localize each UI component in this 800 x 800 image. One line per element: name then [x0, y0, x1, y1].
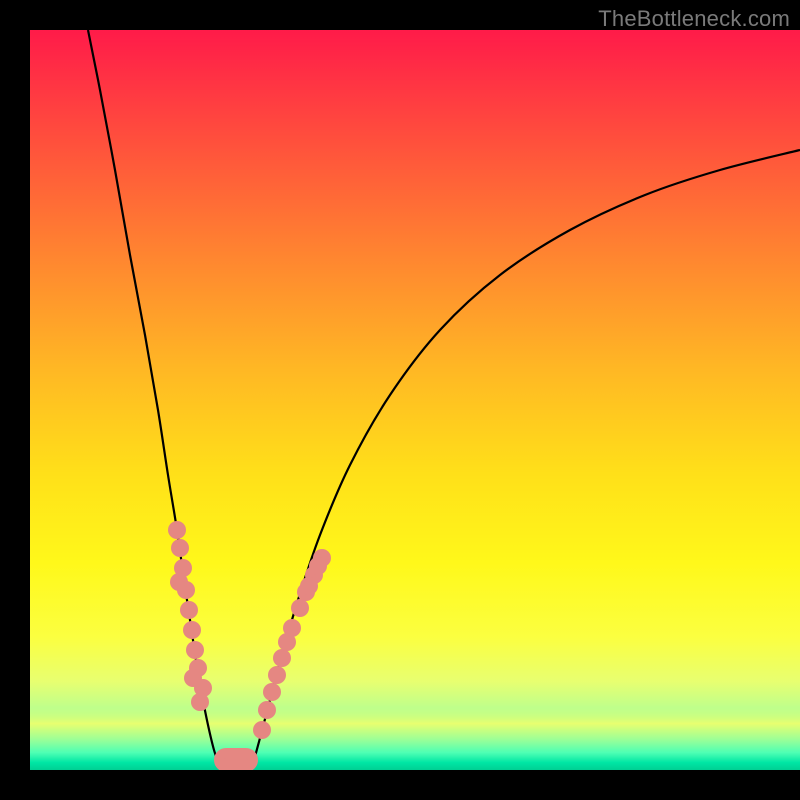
plot-area — [30, 30, 800, 770]
highlight-dots-right — [253, 549, 331, 739]
highlight-dot — [283, 619, 301, 637]
highlight-dot — [291, 599, 309, 617]
highlight-dot — [168, 521, 186, 539]
highlight-dot — [186, 641, 204, 659]
bottom-blob — [219, 753, 253, 767]
highlight-dot — [171, 539, 189, 557]
highlight-dots-left — [168, 521, 212, 711]
highlight-dot — [180, 601, 198, 619]
right-curve — [253, 150, 800, 764]
highlight-dot — [300, 577, 318, 595]
highlight-dot — [258, 701, 276, 719]
highlight-dot — [263, 683, 281, 701]
highlight-dot — [191, 693, 209, 711]
highlight-dot — [273, 649, 291, 667]
highlight-dot — [268, 666, 286, 684]
highlight-dot — [183, 621, 201, 639]
highlight-dot — [253, 721, 271, 739]
highlight-dot — [177, 581, 195, 599]
chart-svg — [30, 30, 800, 770]
highlight-dot — [309, 557, 327, 575]
watermark-label: TheBottleneck.com — [598, 6, 790, 32]
chart-frame: TheBottleneck.com — [30, 0, 800, 770]
